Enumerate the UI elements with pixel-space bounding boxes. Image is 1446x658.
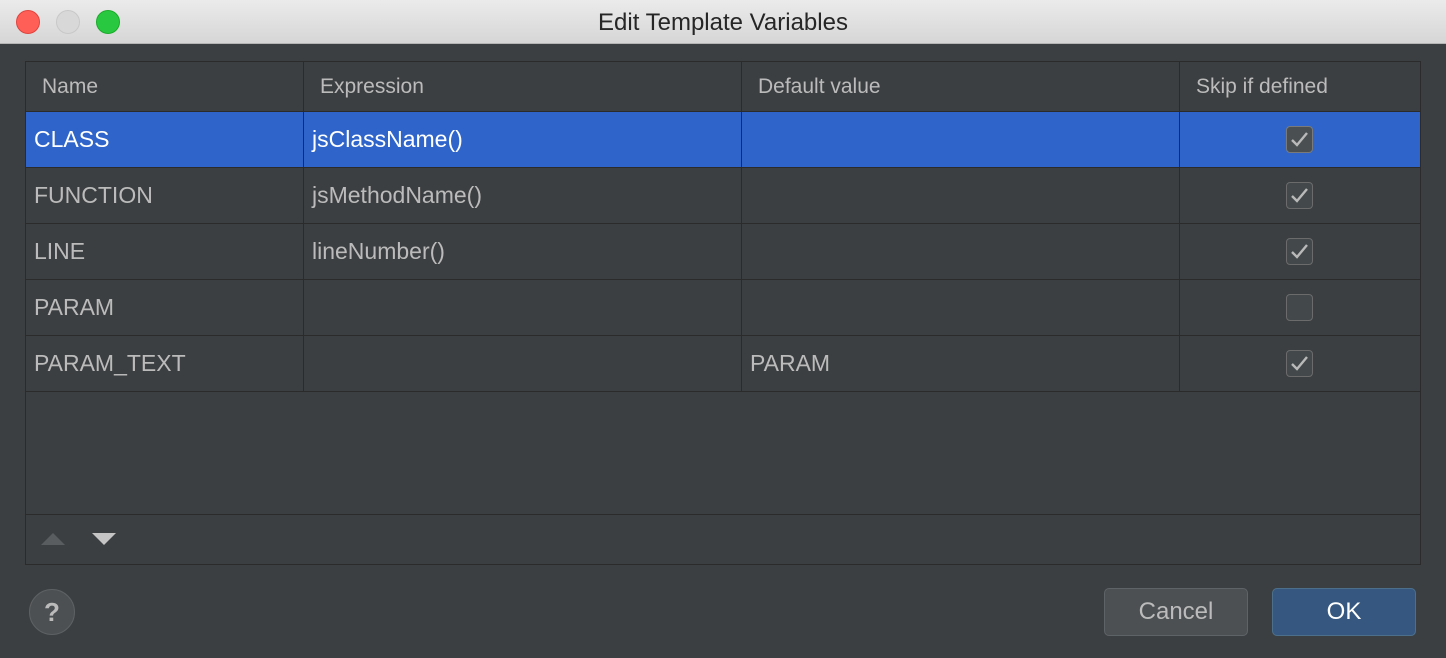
table-row[interactable]: LINE lineNumber() <box>26 224 1420 280</box>
column-header-expression[interactable]: Expression <box>304 62 742 111</box>
variables-table: Name Expression Default value Skip if de… <box>25 61 1421 565</box>
table-row[interactable]: CLASS jsClassName() <box>26 112 1420 168</box>
cell-skip-if-defined <box>1180 224 1420 279</box>
checkmark-icon <box>1291 132 1308 147</box>
cell-skip-if-defined <box>1180 336 1420 391</box>
cell-default-value[interactable] <box>742 280 1180 335</box>
skip-if-defined-checkbox[interactable] <box>1286 182 1313 209</box>
table-toolbar <box>26 514 1420 564</box>
cell-name[interactable]: CLASS <box>26 112 304 167</box>
arrow-up-icon[interactable] <box>41 533 65 545</box>
cell-default-value[interactable]: PARAM <box>742 336 1180 391</box>
arrow-down-icon[interactable] <box>92 533 116 545</box>
cell-skip-if-defined <box>1180 112 1420 167</box>
checkmark-icon <box>1291 244 1308 259</box>
skip-if-defined-checkbox[interactable] <box>1286 294 1313 321</box>
cell-expression[interactable] <box>304 336 742 391</box>
table-row[interactable]: PARAM_TEXT PARAM <box>26 336 1420 392</box>
cell-name[interactable]: PARAM <box>26 280 304 335</box>
title-bar: Edit Template Variables <box>0 0 1446 44</box>
cancel-button[interactable]: Cancel <box>1104 588 1248 636</box>
cell-name[interactable]: LINE <box>26 224 304 279</box>
window-title: Edit Template Variables <box>598 9 848 36</box>
skip-if-defined-checkbox[interactable] <box>1286 238 1313 265</box>
cell-expression[interactable]: jsClassName() <box>304 112 742 167</box>
skip-if-defined-checkbox[interactable] <box>1286 350 1313 377</box>
cell-name[interactable]: PARAM_TEXT <box>26 336 304 391</box>
cell-skip-if-defined <box>1180 168 1420 223</box>
cell-skip-if-defined <box>1180 280 1420 335</box>
skip-if-defined-checkbox[interactable] <box>1286 126 1313 153</box>
table-header: Name Expression Default value Skip if de… <box>26 62 1420 112</box>
column-header-name[interactable]: Name <box>26 62 304 111</box>
cell-expression[interactable]: lineNumber() <box>304 224 742 279</box>
table-row[interactable]: PARAM <box>26 280 1420 336</box>
cell-default-value[interactable] <box>742 168 1180 223</box>
table-row[interactable]: FUNCTION jsMethodName() <box>26 168 1420 224</box>
column-header-skip-if-defined[interactable]: Skip if defined <box>1180 62 1420 111</box>
checkmark-icon <box>1291 356 1308 371</box>
checkmark-icon <box>1291 188 1308 203</box>
cell-default-value[interactable] <box>742 224 1180 279</box>
cell-default-value[interactable] <box>742 112 1180 167</box>
help-button[interactable]: ? <box>29 589 75 635</box>
ok-button[interactable]: OK <box>1272 588 1416 636</box>
column-header-default-value[interactable]: Default value <box>742 62 1180 111</box>
cell-expression[interactable] <box>304 280 742 335</box>
cell-expression[interactable]: jsMethodName() <box>304 168 742 223</box>
cell-name[interactable]: FUNCTION <box>26 168 304 223</box>
